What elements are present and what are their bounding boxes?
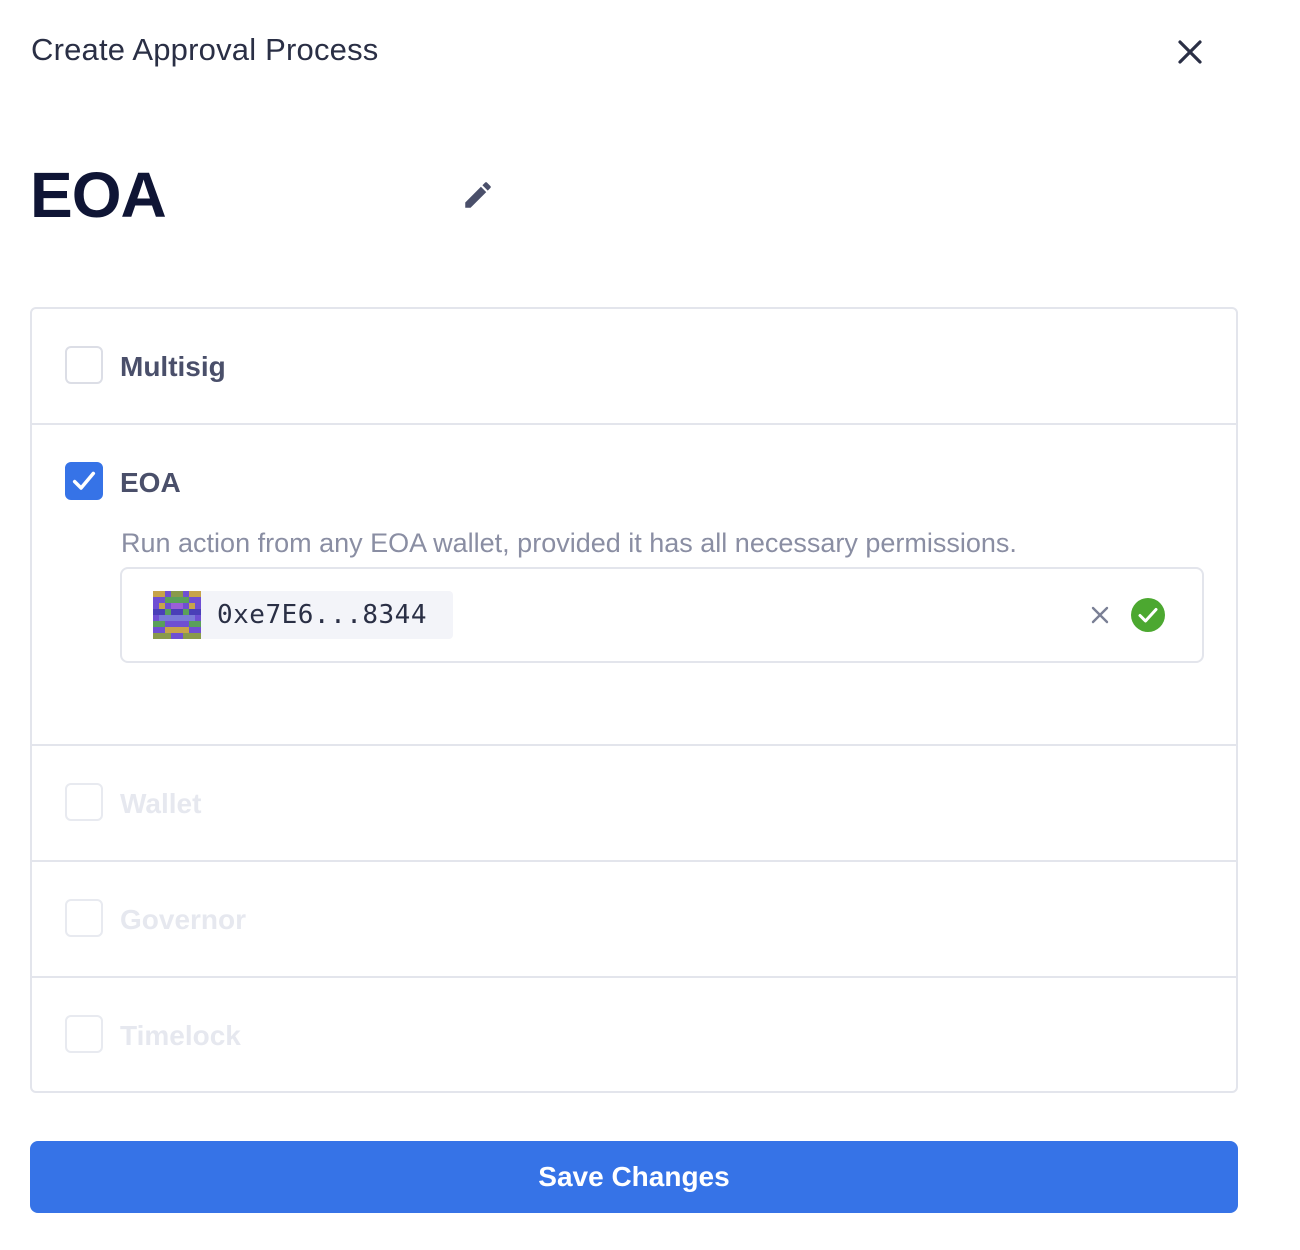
close-icon	[1178, 40, 1202, 64]
save-changes-button[interactable]: Save Changes	[30, 1141, 1238, 1213]
close-icon	[1091, 606, 1109, 624]
address-text: 0xe7E6...8344	[217, 600, 427, 630]
checkbox-wallet	[65, 783, 103, 821]
approval-options-panel: Multisig EOA Run action from any EOA wal…	[30, 307, 1238, 1093]
option-label-wallet: Wallet	[120, 788, 202, 819]
option-row-eoa: EOA Run action from any EOA wallet, prov…	[32, 425, 1236, 746]
identicon-avatar	[153, 591, 201, 639]
address-input[interactable]: 0xe7E6...8344	[120, 567, 1204, 663]
dialog-title: Create Approval Process	[31, 32, 379, 67]
option-label-eoa: EOA	[120, 467, 181, 498]
option-label-timelock: Timelock	[120, 1020, 241, 1051]
checkbox-multisig[interactable]	[65, 346, 103, 384]
pencil-icon	[465, 182, 491, 208]
option-description-eoa: Run action from any EOA wallet, provided…	[121, 528, 1017, 558]
checkbox-governor	[65, 899, 103, 937]
option-label-multisig: Multisig	[120, 351, 226, 382]
checkbox-timelock	[65, 1015, 103, 1053]
remove-address-button[interactable]	[1086, 601, 1114, 629]
close-button[interactable]	[1170, 32, 1210, 72]
option-label-governor: Governor	[120, 904, 247, 935]
option-row-wallet: Wallet	[32, 746, 1236, 862]
edit-name-button[interactable]	[458, 175, 498, 215]
option-row-timelock: Timelock	[32, 978, 1236, 1091]
option-row-governor: Governor	[32, 862, 1236, 978]
process-name: EOA	[30, 159, 167, 231]
check-circle-icon	[1131, 598, 1165, 632]
address-chip: 0xe7E6...8344	[153, 591, 453, 639]
checkbox-eoa[interactable]	[65, 462, 103, 500]
option-row-multisig: Multisig	[32, 309, 1236, 425]
checkmark-icon	[72, 471, 96, 490]
